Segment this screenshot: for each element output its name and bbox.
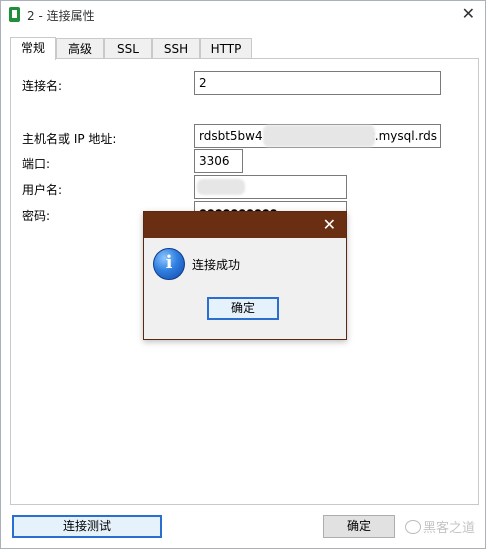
dialog-ok-button[interactable]: 确定: [207, 297, 279, 320]
app-icon: [9, 7, 20, 22]
username-label: 用户名:: [22, 183, 63, 197]
title-bar: 2 - 连接属性 ✕: [1, 1, 485, 29]
connection-name-input[interactable]: 2: [194, 71, 441, 95]
info-icon: i: [153, 248, 185, 280]
connection-properties-window: 2 - 连接属性 ✕ 常规 高级 SSL SSH HTTP 连接名: 2 主机名…: [0, 0, 486, 549]
window-title: 2 - 连接属性: [27, 9, 95, 23]
dialog-close-icon[interactable]: ✕: [323, 215, 336, 234]
tab-http[interactable]: HTTP: [200, 38, 252, 59]
connection-name-label: 连接名:: [22, 79, 63, 93]
host-value-start: rdsbt5bw4: [199, 129, 263, 143]
tab-ssl[interactable]: SSL: [104, 38, 152, 59]
dialog-title-bar: ✕: [144, 212, 346, 238]
port-input[interactable]: 3306: [194, 149, 243, 173]
redacted-host-blur: [263, 125, 375, 147]
test-connection-button[interactable]: 连接测试: [12, 515, 162, 538]
ok-button[interactable]: 确定: [323, 515, 395, 538]
tab-ssh[interactable]: SSH: [152, 38, 200, 59]
dialog-message: 连接成功: [192, 258, 241, 272]
watermark-icon: [405, 520, 421, 534]
success-dialog: ✕ i 连接成功 确定: [143, 211, 347, 340]
close-icon[interactable]: ✕: [462, 4, 475, 23]
password-label: 密码:: [22, 209, 51, 223]
redacted-username-blur: [197, 179, 245, 195]
host-value-end: c.mysql.rds: [368, 129, 437, 143]
tab-general[interactable]: 常规: [10, 37, 56, 60]
port-label: 端口:: [22, 157, 51, 171]
tab-advanced[interactable]: 高级: [56, 38, 104, 59]
host-label: 主机名或 IP 地址:: [22, 132, 117, 146]
watermark: 黑客之道: [423, 521, 476, 536]
